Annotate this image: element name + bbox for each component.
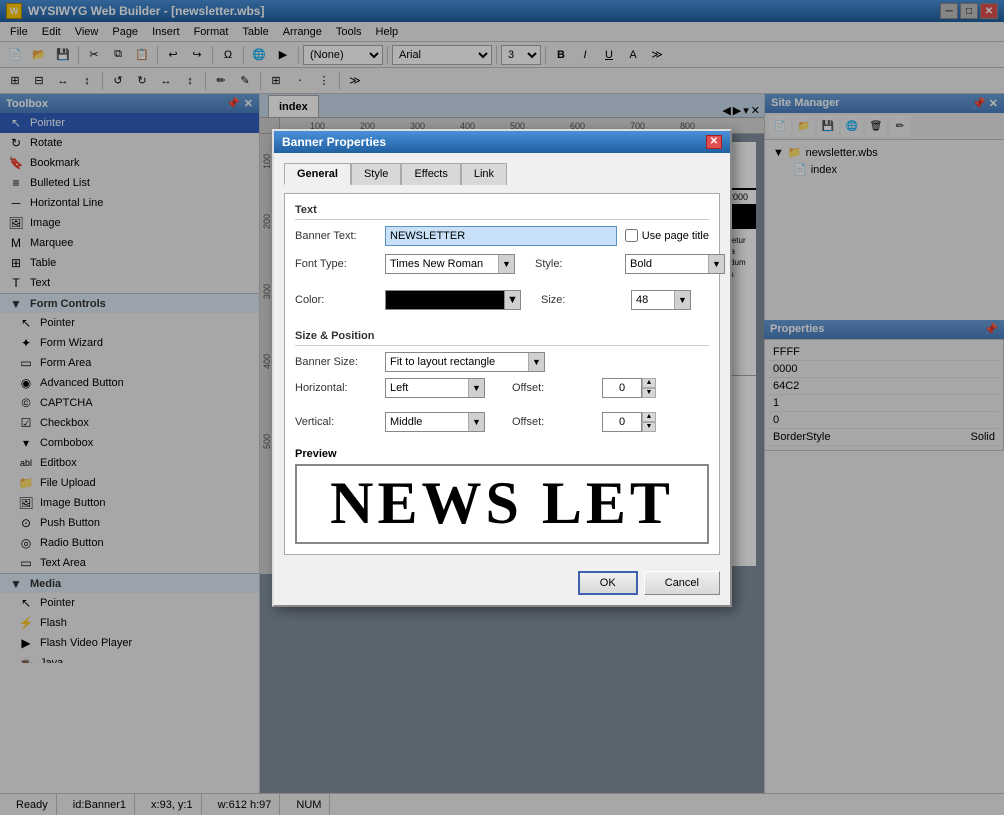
horizontal-label: Horizontal: [295,382,385,394]
banner-text-label: Banner Text: [295,230,385,242]
dialog-tab-style[interactable]: Style [351,163,401,185]
style-label: Style: [535,258,625,270]
horiz-offset-col: Offset: ▲ ▼ [512,378,709,406]
use-page-title-checkbox[interactable] [625,229,638,242]
font-type-arrow[interactable]: ▼ [498,255,514,273]
dialog-tab-effects[interactable]: Effects [401,163,460,185]
cancel-button[interactable]: Cancel [644,571,720,595]
size-position-title: Size & Position [295,330,709,346]
vert-offset-row: Offset: ▲ ▼ [512,412,709,432]
dialog-tab-link[interactable]: Link [461,163,507,185]
use-page-title-row: Use page title [625,229,709,242]
horiz-offset-spinner[interactable]: ▲ ▼ [602,378,656,398]
banner-size-value: Fit to layout rectangle [386,356,528,368]
color-label: Color: [295,294,385,306]
vert-offset-input[interactable] [602,412,642,432]
color-picker[interactable] [385,290,505,310]
horiz-offset-input[interactable] [602,378,642,398]
size-label: Size: [541,294,631,306]
preview-area: NEWS LET [295,464,709,544]
dialog-buttons: OK Cancel [284,565,720,595]
color-col: Color: ▼ [295,290,521,318]
vert-offset-down[interactable]: ▼ [642,422,656,432]
font-type-col: Font Type: Times New Roman ▼ [295,254,515,282]
font-style-row: Font Type: Times New Roman ▼ Style: Bold [295,254,709,282]
style-value: Bold [626,258,708,270]
use-page-title-label: Use page title [642,230,709,242]
style-select[interactable]: Bold ▼ [625,254,725,274]
vert-col: Vertical: Middle ▼ [295,412,492,440]
vert-offset-col: Offset: ▲ ▼ [512,412,709,440]
preview-label: Preview [295,448,709,460]
dialog-close-button[interactable]: ✕ [706,135,722,149]
banner-text-input[interactable] [385,226,617,246]
color-row: Color: ▼ [295,290,521,310]
size-row: Size: 48 ▼ [541,290,709,310]
vert-offset-btns: ▲ ▼ [642,412,656,432]
vertical-label: Vertical: [295,416,385,428]
vertical-arrow[interactable]: ▼ [468,413,484,431]
dialog-title-bar: Banner Properties ✕ [274,131,730,153]
color-size-row: Color: ▼ Size: 48 ▼ [295,290,709,318]
vert-offset-up[interactable]: ▲ [642,412,656,422]
vertical-row: Vertical: Middle ▼ Offset: [295,412,709,440]
horizontal-value: Left [386,382,468,394]
style-row: Style: Bold ▼ [535,254,725,274]
banner-properties-dialog: Banner Properties ✕ General Style Effect… [272,129,732,607]
font-type-select[interactable]: Times New Roman ▼ [385,254,515,274]
vertical-value: Middle [386,416,468,428]
vert-offset-spinner[interactable]: ▲ ▼ [602,412,656,432]
modal-overlay: Banner Properties ✕ General Style Effect… [0,0,1004,815]
banner-size-select[interactable]: Fit to layout rectangle ▼ [385,352,545,372]
text-section-title: Text [295,204,709,220]
banner-size-arrow[interactable]: ▼ [528,353,544,371]
horiz-col: Horizontal: Left ▼ [295,378,492,406]
horiz-form-row: Horizontal: Left ▼ [295,378,492,398]
banner-size-label: Banner Size: [295,356,385,368]
banner-text-row: Banner Text: Use page title [295,226,709,246]
horiz-offset-btns: ▲ ▼ [642,378,656,398]
size-arrow[interactable]: ▼ [674,291,690,309]
font-type-row: Font Type: Times New Roman ▼ [295,254,515,274]
style-col: Style: Bold ▼ [535,254,725,282]
vertical-select[interactable]: Middle ▼ [385,412,485,432]
horizontal-row: Horizontal: Left ▼ Offset: [295,378,709,406]
vert-form-row: Vertical: Middle ▼ [295,412,492,432]
size-select[interactable]: 48 ▼ [631,290,691,310]
horizontal-arrow[interactable]: ▼ [468,379,484,397]
dialog-body: General Style Effects Link Text Banner T… [274,153,730,605]
horiz-offset-down[interactable]: ▼ [642,388,656,398]
style-arrow[interactable]: ▼ [708,255,724,273]
size-col: Size: 48 ▼ [541,290,709,318]
color-dropdown-btn[interactable]: ▼ [505,290,521,310]
size-value: 48 [632,294,674,306]
preview-text: NEWS LET [330,469,674,538]
horiz-offset-row: Offset: ▲ ▼ [512,378,709,398]
horiz-offset-label: Offset: [512,382,602,394]
font-type-label: Font Type: [295,258,385,270]
vert-offset-label: Offset: [512,416,602,428]
ok-button[interactable]: OK [578,571,638,595]
dialog-tab-bar: General Style Effects Link [284,163,720,185]
horizontal-select[interactable]: Left ▼ [385,378,485,398]
dialog-title-text: Banner Properties [282,135,386,149]
dialog-tab-content: Text Banner Text: Use page title Font Ty… [284,193,720,555]
banner-size-row: Banner Size: Fit to layout rectangle ▼ [295,352,709,372]
horiz-offset-up[interactable]: ▲ [642,378,656,388]
dialog-tab-general[interactable]: General [284,163,351,185]
font-type-value: Times New Roman [386,258,498,270]
